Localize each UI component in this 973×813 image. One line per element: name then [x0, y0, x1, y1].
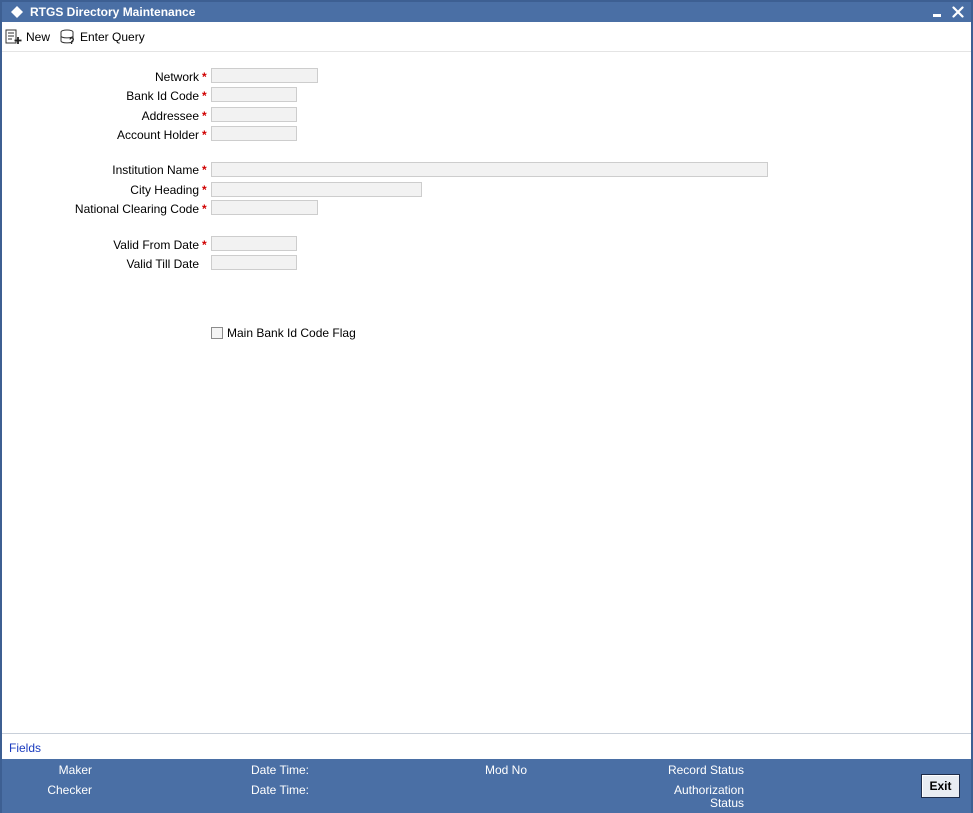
window-title: RTGS Directory Maintenance: [30, 5, 196, 19]
fields-bar: Fields: [2, 733, 971, 760]
account-holder-label: Account Holder: [116, 128, 199, 142]
new-button-label: New: [26, 30, 51, 44]
enter-query-label: Enter Query: [80, 30, 145, 44]
authorization-status-label: Status: [709, 796, 744, 810]
institution-name-field[interactable]: [211, 162, 768, 177]
bank-id-code-label: Bank Id Code: [126, 89, 199, 103]
close-button[interactable]: [948, 2, 968, 22]
addressee-label: Addressee: [141, 109, 199, 123]
bank-id-code-required-marker: *: [202, 89, 207, 103]
enter-query-button[interactable]: ? Enter Query: [59, 28, 145, 46]
fields-link[interactable]: Fields: [9, 741, 41, 755]
national-clearing-code-required-marker: *: [202, 202, 207, 216]
title-bar: RTGS Directory Maintenance: [2, 2, 971, 22]
new-button[interactable]: New: [5, 28, 50, 46]
network-field[interactable]: [211, 68, 318, 83]
account-holder-field[interactable]: [211, 126, 297, 141]
audit-footer: Maker Checker Date Time: Date Time: Mod …: [2, 759, 971, 813]
new-record-icon: [5, 29, 22, 44]
svg-text:?: ?: [69, 36, 75, 45]
minimize-button[interactable]: [927, 2, 947, 22]
addressee-field[interactable]: [211, 107, 297, 122]
city-heading-field[interactable]: [211, 182, 422, 197]
record-status-label: Record Status: [667, 763, 744, 777]
minimize-icon: [933, 14, 941, 17]
city-heading-label: City Heading: [130, 183, 199, 197]
institution-name-label: Institution Name: [112, 163, 199, 177]
national-clearing-code-field[interactable]: [211, 200, 318, 215]
exit-button[interactable]: Exit: [921, 774, 960, 798]
network-label: Network: [154, 70, 199, 84]
maker-date-time-label: Date Time:: [251, 763, 310, 777]
form-area: Network * Bank Id Code * Addressee * Acc…: [2, 52, 971, 733]
close-icon: [952, 6, 964, 18]
addressee-required-marker: *: [202, 109, 207, 123]
window-diamond-icon: [11, 6, 23, 18]
main-bank-id-code-flag-label: Main Bank Id Code Flag: [227, 326, 356, 340]
valid-till-date-field[interactable]: [211, 255, 297, 270]
network-required-marker: *: [202, 70, 207, 84]
institution-name-required-marker: *: [202, 163, 207, 177]
valid-till-date-label: Valid Till Date: [126, 257, 199, 271]
bank-id-code-field[interactable]: [211, 87, 297, 102]
toolbar: New ? Enter Query: [2, 22, 971, 52]
main-bank-id-code-flag-checkbox[interactable]: [211, 327, 223, 339]
checker-label: Checker: [47, 783, 92, 797]
national-clearing-code-label: National Clearing Code: [74, 202, 199, 216]
enter-query-icon: ?: [60, 29, 75, 45]
city-heading-required-marker: *: [202, 183, 207, 197]
account-holder-required-marker: *: [202, 128, 207, 142]
application-window: RTGS Directory Maintenance New ? Enter Q…: [0, 0, 973, 813]
maker-label: Maker: [58, 763, 92, 777]
valid-from-date-required-marker: *: [202, 238, 207, 252]
valid-from-date-field[interactable]: [211, 236, 297, 251]
mod-no-label: Mod No: [485, 763, 528, 777]
valid-from-date-label: Valid From Date: [113, 238, 199, 252]
checker-date-time-label: Date Time:: [251, 783, 310, 797]
